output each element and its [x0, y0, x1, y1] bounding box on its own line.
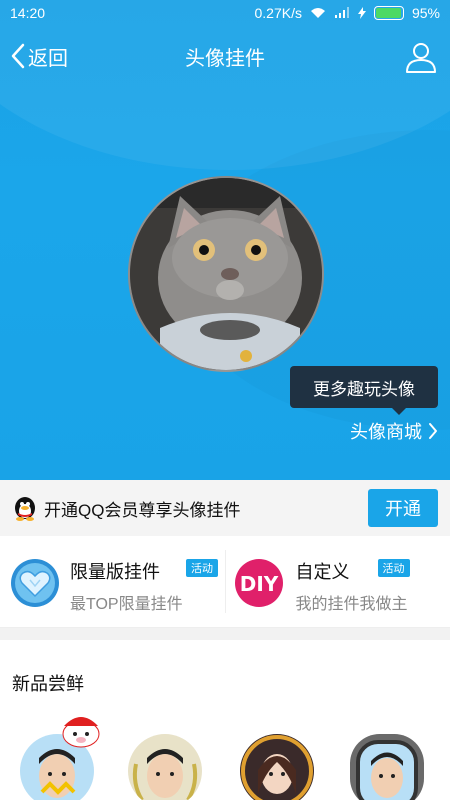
back-label: 返回: [28, 47, 68, 70]
user-icon[interactable]: [404, 40, 438, 74]
diy-icon: DIY: [234, 559, 283, 607]
pig-hat-sticker-icon: [62, 717, 100, 748]
charging-icon: [357, 7, 366, 19]
svg-text:DIY: DIY: [239, 572, 278, 596]
new-items-list: [0, 712, 450, 800]
avatar-shop-link[interactable]: 头像商城: [350, 418, 438, 444]
avatar-thumb-image: [350, 734, 424, 800]
activity-badge: 活动: [186, 559, 218, 577]
qq-penguin-icon: [15, 497, 35, 521]
new-item-thumb[interactable]: [240, 734, 314, 800]
avatar-thumb-image: [240, 734, 314, 800]
custom-diy-card[interactable]: DIY 自定义 活动 我的挂件我做主: [226, 536, 450, 628]
avatar-shop-label: 头像商城: [350, 422, 422, 442]
battery-percent: 95%: [411, 5, 440, 21]
cat-avatar-image: [130, 178, 322, 370]
feature-subtitle: 最TOP限量挂件: [70, 596, 183, 613]
status-bar: 14:20 0.27K/s 95%: [0, 0, 450, 26]
vip-promo-bar: 开通QQ会员尊享头像挂件 开通: [0, 480, 450, 536]
status-right: 0.27K/s 95%: [254, 5, 440, 21]
feature-title: 自定义: [295, 562, 350, 582]
feature-row: 限量版挂件 活动 最TOP限量挂件 DIY 自定义 活动 我的挂件我做主: [0, 536, 450, 628]
battery-fill: [375, 8, 401, 18]
avatar[interactable]: [128, 176, 324, 372]
limited-heart-icon: [11, 559, 59, 607]
back-button[interactable]: 返回: [10, 42, 68, 71]
new-item-thumb[interactable]: [128, 734, 202, 800]
activity-badge: 活动: [377, 559, 410, 577]
signal-icon: [334, 7, 349, 18]
chevron-left-icon: [11, 43, 25, 69]
new-items-title: 新品尝鲜: [12, 674, 84, 694]
open-vip-button[interactable]: 开通: [368, 489, 438, 527]
wifi-icon: [310, 8, 325, 18]
feature-subtitle: 我的挂件我做主: [295, 596, 408, 613]
feature-title: 限量版挂件: [70, 562, 160, 582]
avatar-thumb-image: [128, 734, 202, 800]
new-item-thumb[interactable]: [350, 734, 424, 800]
status-time: 14:20: [10, 5, 46, 21]
section-divider: [0, 628, 450, 640]
nav-bar: 返回 头像挂件: [0, 32, 450, 80]
battery-icon: [373, 6, 404, 20]
network-speed: 0.27K/s: [254, 5, 302, 21]
limited-edition-card[interactable]: 限量版挂件 活动 最TOP限量挂件: [0, 536, 225, 628]
more-avatars-tooltip[interactable]: 更多趣玩头像: [290, 366, 438, 415]
chevron-right-icon: [429, 423, 437, 439]
vip-promo-text: 开通QQ会员尊享头像挂件: [44, 500, 241, 520]
